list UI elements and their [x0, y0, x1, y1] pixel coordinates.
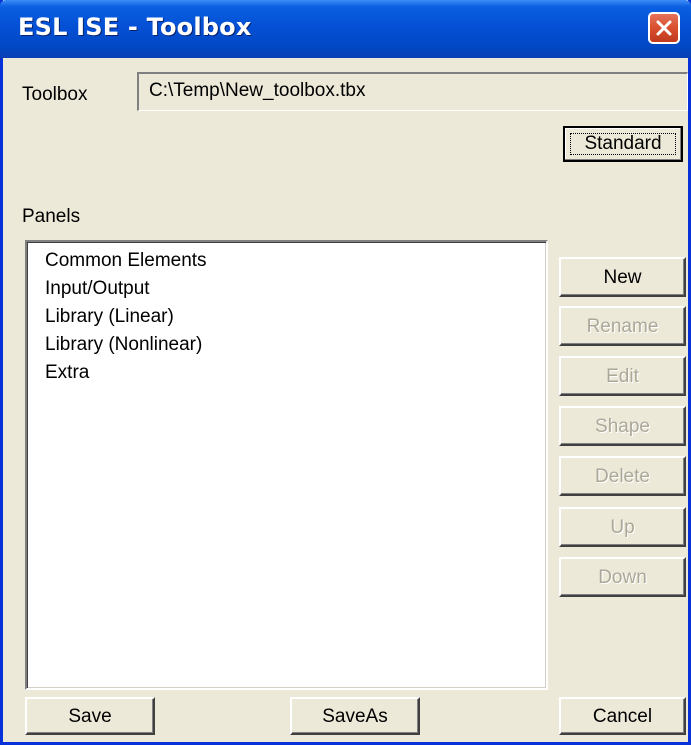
edit-button[interactable]: Edit: [559, 356, 686, 396]
panels-label: Panels: [22, 206, 81, 227]
list-item-library-nonlinear[interactable]: Library (Nonlinear): [45, 334, 202, 356]
list-item-extra[interactable]: Extra: [45, 362, 89, 384]
rename-button[interactable]: Rename: [559, 306, 686, 346]
list-item-common-elements[interactable]: Common Elements: [45, 250, 207, 272]
shape-button[interactable]: Shape: [559, 406, 686, 446]
up-button[interactable]: Up: [559, 507, 686, 547]
cancel-button[interactable]: Cancel: [559, 697, 686, 735]
close-button[interactable]: [648, 12, 680, 44]
list-item-library-linear[interactable]: Library (Linear): [45, 306, 174, 328]
new-button[interactable]: New: [559, 257, 686, 297]
toolbox-path-field: C:\Temp\New_toolbox.tbx: [137, 72, 688, 111]
saveas-button[interactable]: SaveAs: [290, 697, 420, 735]
toolbox-label: Toolbox: [22, 84, 88, 105]
close-icon: [656, 20, 672, 36]
standard-button[interactable]: Standard: [563, 126, 683, 162]
title-bar[interactable]: ESL ISE - Toolbox: [0, 0, 691, 58]
toolbox-dialog: ESL ISE - Toolbox Toolbox C:\Temp\New_to…: [0, 0, 691, 745]
panels-listbox[interactable]: Common Elements Input/Output Library (Li…: [25, 240, 548, 690]
standard-button-label: Standard: [584, 133, 662, 154]
delete-button[interactable]: Delete: [559, 456, 686, 496]
window-title: ESL ISE - Toolbox: [18, 13, 252, 41]
save-button[interactable]: Save: [25, 697, 155, 735]
down-button[interactable]: Down: [559, 557, 686, 597]
list-item-input-output[interactable]: Input/Output: [45, 278, 150, 300]
